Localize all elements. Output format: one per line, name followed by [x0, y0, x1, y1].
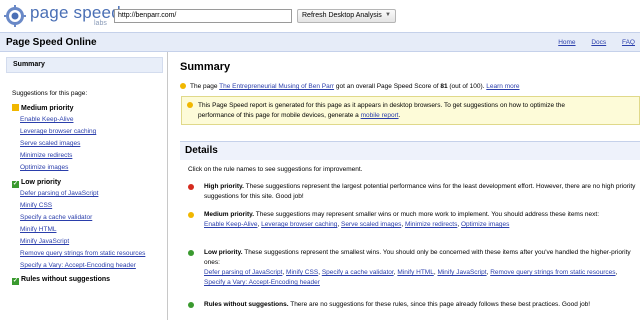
sidebar-item-summary[interactable]: Summary [6, 57, 163, 73]
low-link-minify-html[interactable]: Minify HTML [397, 269, 433, 276]
sidebar-intro: Suggestions for this page: [12, 90, 88, 97]
medium-link-keep-alive[interactable]: Enable Keep-Alive [204, 221, 257, 228]
nav-faq-link[interactable]: FAQ [622, 39, 635, 46]
no-suggestions-dot-icon [188, 302, 194, 308]
low-priority-item: Low priority. These suggestions represen… [188, 248, 638, 288]
sidebar-item-leverage-browser-caching[interactable]: Leverage browser caching [20, 128, 96, 135]
sidebar-item-defer-parsing-js[interactable]: Defer parsing of JavaScript [20, 190, 98, 197]
title-bar: Page Speed Online Home Docs FAQ [0, 32, 640, 52]
top-bar: page speed labs http://benparr.com/ Refr… [0, 0, 640, 32]
medium-link-redirects[interactable]: Minimize redirects [405, 221, 457, 228]
page-speed-logo: page speed labs [4, 3, 121, 29]
top-nav: Home Docs FAQ [544, 39, 635, 46]
gear-logo-icon [4, 5, 26, 27]
desktop-notice: This Page Speed report is generated for … [181, 96, 640, 125]
page-name-link[interactable]: The Entrepreneurial Musing of Ben Parr [219, 83, 334, 90]
no-suggestions-icon: ✓ [12, 278, 19, 285]
logo-text: page speed [30, 3, 121, 22]
sidebar-group-no-suggestions[interactable]: ✓ Rules without suggestions [12, 276, 110, 285]
sidebar-item-optimize-images[interactable]: Optimize images [20, 164, 68, 171]
sidebar-item-serve-scaled-images[interactable]: Serve scaled images [20, 140, 80, 147]
score-status-icon [180, 83, 186, 89]
summary-heading: Summary [180, 61, 231, 73]
low-link-query-strings[interactable]: Remove query strings from static resourc… [490, 269, 615, 276]
medium-priority-item: Medium priority. These suggestions may r… [188, 210, 638, 230]
low-link-minify-js[interactable]: Minify JavaScript [437, 269, 486, 276]
sidebar-item-minify-js[interactable]: Minify JavaScript [20, 238, 69, 245]
analyze-label: Refresh Desktop Analysis [302, 12, 382, 19]
sidebar-item-minify-css[interactable]: Minify CSS [20, 202, 52, 209]
main-content: Summary The page The Entrepreneurial Mus… [168, 52, 640, 320]
low-link-vary-header[interactable]: Specify a Vary: Accept-Encoding header [204, 279, 320, 286]
low-link-minify-css[interactable]: Minify CSS [286, 269, 318, 276]
details-intro: Click on the rule names to see suggestio… [188, 166, 363, 173]
url-input[interactable]: http://benparr.com/ [114, 9, 292, 23]
medium-priority-dot-icon [188, 212, 194, 218]
sidebar-item-specify-vary-header[interactable]: Specify a Vary: Accept-Encoding header [20, 262, 136, 269]
medium-link-browser-caching[interactable]: Leverage browser caching [261, 221, 337, 228]
sidebar-item-minimize-redirects[interactable]: Minimize redirects [20, 152, 72, 159]
score-line: The page The Entrepreneurial Musing of B… [180, 83, 520, 90]
details-header: Details [180, 141, 640, 160]
high-priority-item: High priority. These suggestions represe… [188, 182, 638, 202]
nav-docs-link[interactable]: Docs [591, 39, 606, 46]
high-priority-icon [188, 184, 194, 190]
nav-home-link[interactable]: Home [558, 39, 575, 46]
medium-link-scaled-images[interactable]: Serve scaled images [341, 221, 401, 228]
details-heading: Details [185, 145, 218, 156]
sidebar-group-low[interactable]: ✓ Low priority [12, 179, 61, 188]
analyze-dropdown-button[interactable]: Refresh Desktop Analysis ▼ [297, 9, 396, 23]
low-link-defer-js[interactable]: Defer parsing of JavaScript [204, 269, 282, 276]
sidebar-item-minify-html[interactable]: Minify HTML [20, 226, 56, 233]
info-icon [187, 102, 193, 108]
sidebar-item-enable-keep-alive[interactable]: Enable Keep-Alive [20, 116, 73, 123]
chevron-down-icon[interactable]: ▼ [385, 12, 391, 18]
sidebar: Summary Suggestions for this page: Mediu… [0, 52, 168, 320]
mobile-report-link[interactable]: mobile report [361, 112, 399, 119]
low-priority-dot-icon [188, 250, 194, 256]
low-link-cache-validator[interactable]: Specify a cache validator [322, 269, 394, 276]
medium-link-optimize-images[interactable]: Optimize images [461, 221, 509, 228]
learn-more-link[interactable]: Learn more [486, 83, 519, 90]
score-value: 81 [440, 83, 448, 90]
low-priority-icon: ✓ [12, 181, 19, 188]
sidebar-item-specify-cache-validator[interactable]: Specify a cache validator [20, 214, 92, 221]
sidebar-group-medium[interactable]: Medium priority [12, 104, 74, 112]
logo-subtext: labs [94, 20, 107, 27]
medium-priority-icon [12, 104, 19, 111]
sidebar-item-remove-query-strings[interactable]: Remove query strings from static resourc… [20, 250, 145, 257]
no-suggestions-item: Rules without suggestions. There are no … [188, 300, 638, 310]
page-title: Page Speed Online [6, 37, 97, 48]
